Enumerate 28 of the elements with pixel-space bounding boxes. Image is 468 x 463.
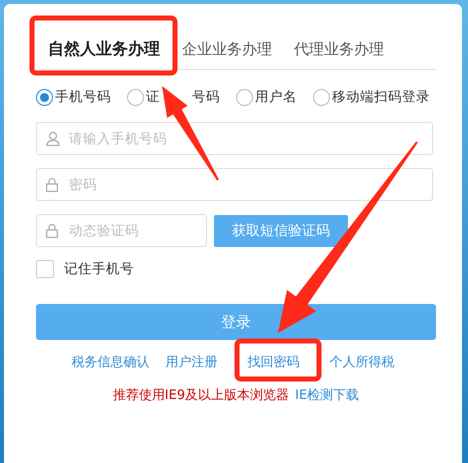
- input-field[interactable]: 密码: [36, 168, 433, 201]
- radio-button[interactable]: [313, 88, 330, 106]
- tab[interactable]: 代理业务办理: [294, 40, 384, 59]
- checkbox[interactable]: [36, 260, 54, 278]
- tab[interactable]: 自然人业务办理: [48, 39, 160, 60]
- input-field[interactable]: 请输入手机号码: [36, 122, 433, 155]
- sms-code-button[interactable]: 获取短信验证码: [214, 214, 348, 246]
- checkbox-label: 记住手机号: [64, 260, 134, 278]
- link[interactable]: 用户注册: [166, 353, 218, 371]
- radio-label: 用户名: [255, 88, 297, 106]
- radio-button[interactable]: [127, 88, 144, 106]
- tab[interactable]: 企业业务办理: [182, 40, 272, 59]
- link[interactable]: 个人所得税: [330, 353, 394, 371]
- radio-label: 号码: [192, 88, 220, 106]
- radio-button[interactable]: [36, 88, 53, 106]
- radio-label: 手机号码: [55, 88, 111, 106]
- radio-label: 证: [146, 88, 160, 106]
- lock-icon: [46, 177, 58, 192]
- login-button[interactable]: 登录: [36, 304, 436, 340]
- link[interactable]: IE检测下载: [295, 386, 360, 404]
- notice-text: 推荐使用IE9及以上版本浏览器: [112, 387, 290, 404]
- user-icon: [46, 131, 60, 146]
- lock-icon: [46, 223, 58, 238]
- link[interactable]: 找回密码: [234, 353, 314, 371]
- radio-label: 移动端扫码登录: [332, 88, 430, 106]
- input-field[interactable]: 动态验证码: [36, 214, 207, 247]
- radio-button[interactable]: [236, 88, 253, 106]
- link[interactable]: 税务信息确认: [72, 353, 150, 371]
